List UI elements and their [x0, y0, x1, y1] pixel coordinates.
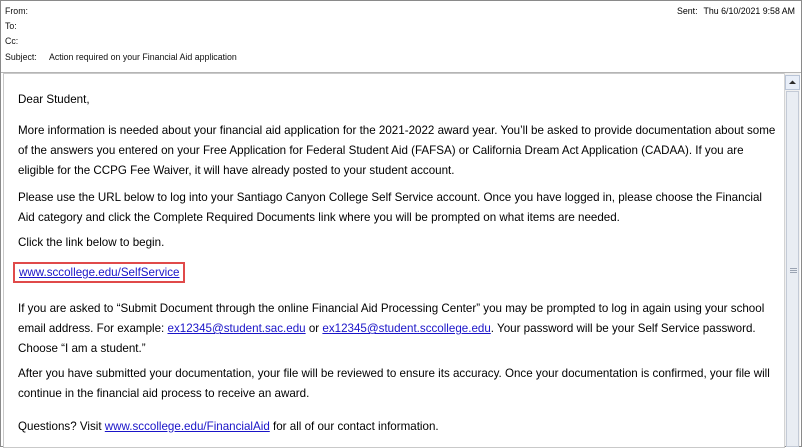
grip-line	[790, 270, 797, 271]
p6-text-a: Questions? Visit	[18, 420, 105, 433]
grip-line	[790, 272, 797, 273]
paragraph-use-url: Please use the URL below to log into you…	[18, 191, 762, 224]
self-service-link[interactable]: www.sccollege.edu/SelfService	[19, 266, 179, 279]
from-label: From:	[5, 6, 28, 16]
scroll-thumb[interactable]	[786, 91, 799, 447]
greeting: Dear Student,	[18, 93, 90, 106]
self-service-link-box: www.sccollege.edu/SelfService	[13, 262, 771, 283]
subject-row: Subject: Action required on your Financi…	[5, 50, 705, 64]
subject-value: Action required on your Financial Aid ap…	[49, 52, 237, 62]
paragraph-submit-document: If you are asked to “Submit Document thr…	[18, 299, 776, 359]
paragraph-more-information: More information is needed about your fi…	[18, 124, 776, 177]
sent-label: Sent:	[676, 6, 698, 16]
email-window: From: To: Cc: Subject: Action required o…	[0, 0, 802, 448]
message-body[interactable]: Dear Student, More information is needed…	[3, 73, 785, 448]
from-row: From:	[5, 4, 28, 18]
paragraph-questions: Questions? Visit www.sccollege.edu/Finan…	[18, 417, 776, 437]
p4-text-or: or	[305, 322, 323, 335]
highlight-box: www.sccollege.edu/SelfService	[13, 262, 186, 283]
scroll-up-button[interactable]	[785, 75, 800, 90]
email-header: From: To: Cc: Subject: Action required o…	[1, 1, 801, 73]
paragraph-after-submitted: After you have submitted your documentat…	[18, 367, 770, 400]
email-link-sac[interactable]: ex12345@student.sac.edu	[168, 322, 306, 335]
vertical-scrollbar[interactable]	[784, 73, 800, 447]
cc-label: Cc:	[5, 36, 19, 46]
to-label: To:	[5, 21, 17, 31]
sent-row: Sent: Thu 6/10/2021 9:58 AM	[677, 4, 795, 18]
chevron-up-icon	[789, 80, 796, 84]
financial-aid-link[interactable]: www.sccollege.edu/FinancialAid	[105, 420, 270, 433]
cc-row: Cc:	[5, 34, 18, 48]
grip-line	[790, 268, 797, 269]
to-row: To:	[5, 19, 17, 33]
paragraph-click-link: Click the link below to begin.	[18, 236, 165, 249]
p6-text-b: for all of our contact information.	[269, 420, 439, 433]
email-link-sccollege[interactable]: ex12345@student.sccollege.edu	[322, 322, 490, 335]
subject-label: Subject:	[5, 52, 37, 62]
sent-value: Thu 6/10/2021 9:58 AM	[703, 6, 795, 16]
